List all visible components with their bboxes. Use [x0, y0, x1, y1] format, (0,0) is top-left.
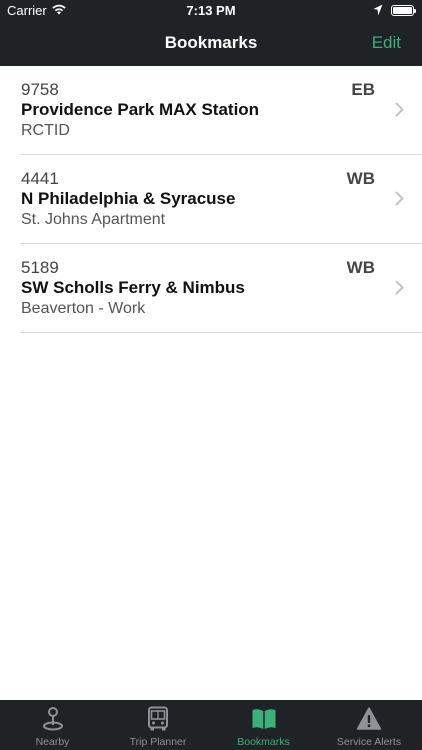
status-bar: Carrier 7:13 PM [0, 0, 422, 22]
stop-description: Beaverton - Work [21, 300, 146, 317]
tab-label: Service Alerts [336, 736, 402, 748]
edit-button[interactable]: Edit [372, 33, 401, 53]
row-divider [20, 332, 422, 333]
bookmarks-list: 9758 EB Providence Park MAX Station RCTI… [0, 66, 422, 333]
stop-name: N Philadelphia & Syracuse [21, 189, 236, 208]
chevron-right-icon [395, 191, 404, 206]
stop-description: RCTID [21, 122, 70, 139]
book-icon [252, 709, 275, 729]
stop-name: Providence Park MAX Station [21, 100, 260, 119]
tab-bookmarks[interactable]: Bookmarks [211, 700, 316, 750]
tab-label: Trip Planner [129, 736, 187, 748]
page-title: Bookmarks [164, 33, 258, 52]
stop-description: St. Johns Apartment [21, 211, 166, 228]
top-bar: Carrier 7:13 PM Bookmarks Edit [0, 0, 422, 66]
tab-label: Nearby [35, 736, 70, 748]
tab-nearby[interactable]: Nearby [0, 700, 105, 750]
stop-name: SW Scholls Ferry & Nimbus [21, 278, 245, 297]
stop-id: 9758 [21, 80, 59, 99]
map-pin-icon [42, 707, 63, 731]
chevron-right-icon [395, 102, 404, 117]
battery-icon [391, 5, 416, 16]
location-arrow-icon [373, 4, 383, 16]
direction-badge: EB [351, 80, 375, 99]
status-time: 7:13 PM [186, 3, 236, 18]
alert-icon [356, 707, 382, 730]
direction-badge: WB [346, 258, 375, 277]
bookmark-row[interactable]: 9758 EB Providence Park MAX Station RCTI… [0, 66, 422, 155]
stop-id: 5189 [21, 258, 59, 277]
bus-icon [148, 706, 168, 731]
stop-id: 4441 [21, 169, 59, 188]
tab-service-alerts[interactable]: Service Alerts [316, 700, 422, 750]
navigation-bar: Bookmarks Edit [0, 22, 422, 66]
chevron-right-icon [395, 280, 404, 295]
bookmark-row[interactable]: 4441 WB N Philadelphia & Syracuse St. Jo… [0, 155, 422, 244]
tab-label: Bookmarks [237, 736, 290, 748]
tab-trip-planner[interactable]: Trip Planner [105, 700, 211, 750]
bookmark-row[interactable]: 5189 WB SW Scholls Ferry & Nimbus Beaver… [0, 244, 422, 333]
direction-badge: WB [346, 169, 375, 188]
tab-bar: Nearby Trip Planner Bookmarks Service Al… [0, 700, 422, 750]
